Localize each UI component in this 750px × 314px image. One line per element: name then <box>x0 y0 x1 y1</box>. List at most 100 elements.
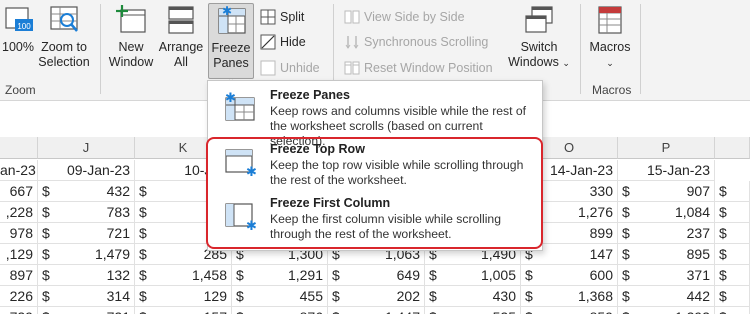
cell-value: 371 <box>686 267 710 283</box>
macros-button[interactable]: Macros ⌄ <box>588 4 632 71</box>
table-cell[interactable]: $1,479 <box>38 244 135 265</box>
table-cell[interactable]: $ <box>715 244 750 265</box>
table-cell[interactable]: $ <box>715 265 750 286</box>
column-header-j[interactable]: J <box>38 137 135 159</box>
table-cell[interactable]: $430 <box>425 286 521 307</box>
freeze-panes-icon: ✱ <box>215 4 247 37</box>
currency-symbol: $ <box>622 307 630 314</box>
currency-symbol: $ <box>332 267 340 283</box>
column-header-p[interactable]: P <box>618 137 715 159</box>
cell-value: 783 <box>106 204 130 220</box>
table-cell[interactable]: 978 <box>0 223 38 244</box>
table-cell[interactable]: $1,458 <box>135 265 232 286</box>
hide-icon <box>260 34 276 50</box>
cell-value: 432 <box>106 183 130 199</box>
table-cell[interactable]: $455 <box>232 286 328 307</box>
date-cell[interactable]: 15-Jan-23 <box>618 160 715 181</box>
currency-symbol: $ <box>525 267 533 283</box>
cell-value: 876 <box>300 307 323 314</box>
switch-windows-dropdown-caret: ⌄ <box>562 58 570 68</box>
reset-window-position-button[interactable]: Reset Window Position <box>344 57 493 79</box>
table-cell[interactable]: $600 <box>521 265 618 286</box>
table-cell[interactable]: $132 <box>38 265 135 286</box>
freeze-panes-label-2: Panes <box>213 56 249 70</box>
table-cell[interactable]: $1,447 <box>328 307 425 314</box>
unhide-label: Unhide <box>280 61 320 75</box>
column-header-q[interactable] <box>715 137 750 159</box>
cell-value: 132 <box>106 267 130 283</box>
currency-symbol: $ <box>622 204 630 220</box>
zoom-to-selection-button[interactable]: Zoom to Selection <box>38 4 90 70</box>
table-cell[interactable]: $783 <box>38 202 135 223</box>
table-cell[interactable]: $157 <box>135 307 232 314</box>
menu-item-freeze-panes[interactable]: ✱ Freeze Panes Keep rows and columns vis… <box>208 85 542 148</box>
table-cell[interactable]: $ <box>715 307 750 314</box>
cell-value: 649 <box>396 267 420 283</box>
table-cell[interactable]: 667 <box>0 181 38 202</box>
table-cell[interactable]: $1,084 <box>618 202 715 223</box>
zoom-to-selection-label-1: Zoom to <box>41 40 87 54</box>
cell-value: 1,293 <box>675 307 710 314</box>
currency-symbol: $ <box>719 183 727 199</box>
zoom-group-label: Zoom <box>5 83 36 97</box>
table-cell[interactable]: $721 <box>38 223 135 244</box>
freeze-panes-label-1: Freeze <box>211 41 251 55</box>
cell-value: 1,084 <box>674 204 710 220</box>
currency-symbol: $ <box>332 307 340 314</box>
currency-symbol: $ <box>429 288 437 304</box>
table-cell[interactable]: $895 <box>618 244 715 265</box>
zoom-to-selection-icon <box>48 4 80 36</box>
unhide-button[interactable]: Unhide <box>260 57 320 79</box>
cell-value: 147 <box>589 246 613 262</box>
table-cell[interactable]: $525 <box>425 307 521 314</box>
switch-windows-button[interactable]: Switch Windows ⌄ <box>506 4 572 71</box>
cell-value: 897 <box>9 267 33 283</box>
cell-value: 667 <box>9 183 33 199</box>
table-cell[interactable]: $314 <box>38 286 135 307</box>
date-cell-value: 09-Jan-23 <box>66 162 130 178</box>
table-cell[interactable]: $1,005 <box>425 265 521 286</box>
table-cell[interactable]: ,129 <box>0 244 38 265</box>
zoom-100-button[interactable]: 100 100% <box>2 4 34 55</box>
arrange-all-button[interactable]: Arrange All <box>158 4 204 70</box>
currency-symbol: $ <box>719 267 727 283</box>
table-cell[interactable]: $1,368 <box>521 286 618 307</box>
table-cell[interactable]: 729 <box>0 307 38 314</box>
new-window-button[interactable]: New Window <box>106 4 156 70</box>
view-side-by-side-button[interactable]: View Side by Side <box>344 6 465 28</box>
column-header-i[interactable] <box>0 137 38 159</box>
table-cell[interactable]: $237 <box>618 223 715 244</box>
table-cell[interactable]: $1,293 <box>618 307 715 314</box>
freeze-panes-button[interactable]: ✱ Freeze Panes ⌄ <box>208 3 254 84</box>
unhide-icon <box>260 60 276 76</box>
cell-value: 978 <box>9 225 33 241</box>
table-cell[interactable]: $907 <box>618 181 715 202</box>
table-cell[interactable]: $1,291 <box>232 265 328 286</box>
synchronous-scrolling-button[interactable]: Synchronous Scrolling <box>344 31 488 53</box>
split-label: Split <box>280 10 305 24</box>
table-cell[interactable]: $202 <box>328 286 425 307</box>
hide-button[interactable]: Hide <box>260 31 306 53</box>
table-cell[interactable]: $721 <box>38 307 135 314</box>
date-cell[interactable]: an-23 <box>0 160 38 181</box>
table-cell[interactable]: $ <box>715 181 750 202</box>
table-cell[interactable]: 897 <box>0 265 38 286</box>
table-cell[interactable]: $ <box>715 286 750 307</box>
table-cell[interactable]: $ <box>715 202 750 223</box>
table-cell[interactable]: $432 <box>38 181 135 202</box>
table-cell[interactable]: $649 <box>328 265 425 286</box>
table-cell[interactable]: ,228 <box>0 202 38 223</box>
split-button[interactable]: Split <box>260 6 304 28</box>
table-cell[interactable]: $129 <box>135 286 232 307</box>
table-cell[interactable]: $442 <box>618 286 715 307</box>
table-cell[interactable]: $859 <box>521 307 618 314</box>
cell-value: 314 <box>106 288 130 304</box>
cell-value: 907 <box>686 183 710 199</box>
ribbon-separator <box>580 4 581 94</box>
date-cell-value: 15-Jan-23 <box>646 162 710 178</box>
table-cell[interactable]: $876 <box>232 307 328 314</box>
table-cell[interactable]: 226 <box>0 286 38 307</box>
table-cell[interactable]: $ <box>715 223 750 244</box>
date-cell[interactable]: 09-Jan-23 <box>38 160 135 181</box>
table-cell[interactable]: $371 <box>618 265 715 286</box>
